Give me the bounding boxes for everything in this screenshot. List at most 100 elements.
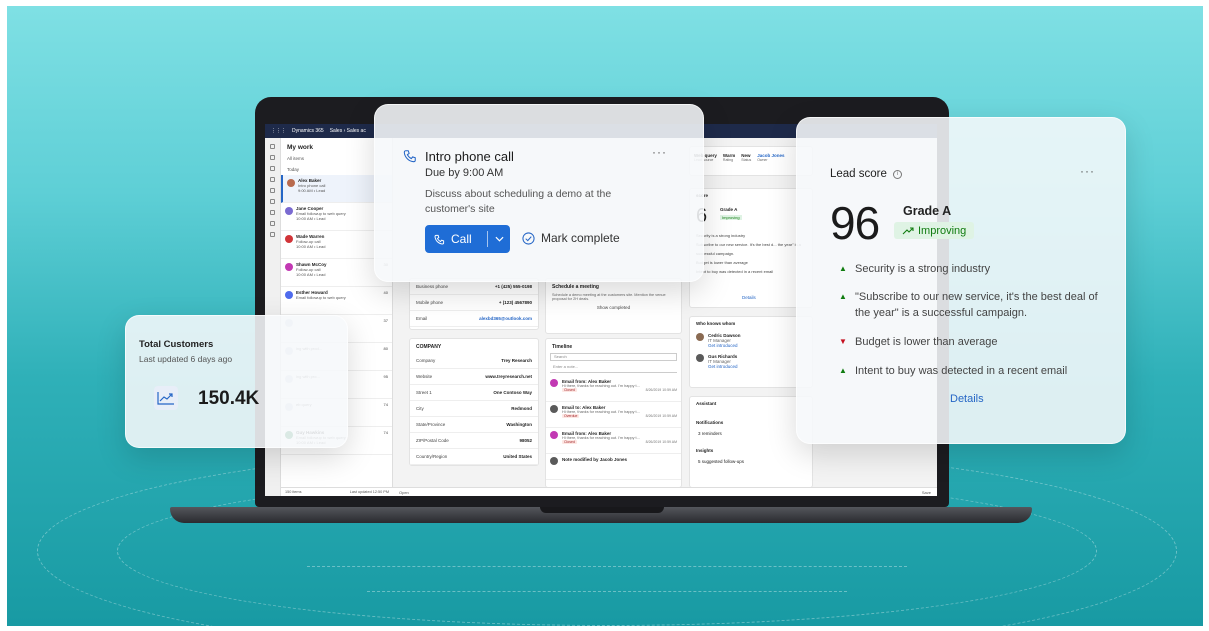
floor-line <box>367 591 847 592</box>
item-count: 74 <box>383 430 388 435</box>
field-row[interactable]: Email alexbd365@outlook.com <box>410 311 538 327</box>
chevron-down-icon[interactable] <box>488 236 510 242</box>
list-item[interactable]: Esther Howard Email followup to web query… <box>281 287 392 315</box>
open-button[interactable]: Open <box>399 490 409 495</box>
field-row[interactable]: Company Trey Research <box>410 353 538 369</box>
item-count: 37 <box>383 318 388 323</box>
check-circle-icon <box>522 231 535 245</box>
field-row[interactable]: Mobile phone + (123) 4567890 <box>410 295 538 311</box>
bottom-bar: Open Save <box>393 487 937 496</box>
accounts-icon[interactable] <box>270 199 275 204</box>
assistant-title: Assistant <box>696 401 717 406</box>
list-item-text: Shawn McCoy Follow-up call 10:00 AM • Lead <box>296 262 327 277</box>
contacts-icon[interactable] <box>270 188 275 193</box>
mini-lead-grade: Grade A <box>720 207 738 212</box>
field-row[interactable]: Website www.treyresearch.net <box>410 369 538 385</box>
list-item-text: Jane Cooper Email followup to web query 10… <box>296 206 346 221</box>
avatar <box>285 263 293 271</box>
item-count: 80 <box>383 346 388 351</box>
avatar <box>287 179 295 187</box>
avatar <box>550 379 558 387</box>
field-row[interactable]: State/Province Washington <box>410 417 538 433</box>
item-count: 74 <box>383 402 388 407</box>
waffle-icon[interactable]: ⋮⋮⋮ <box>271 128 286 134</box>
timeline-item[interactable]: Email to: Alex Baker Hi there, thanks for… <box>546 402 681 428</box>
insights-title: Insights <box>696 448 714 453</box>
person-row[interactable]: Cedric Dawson IT Manager Get introduced <box>690 330 812 351</box>
total-customers-card: Total Customers Last updated 6 days ago … <box>125 315 348 448</box>
mini-lead-line: Security is a strong industry <box>696 233 746 238</box>
avatar <box>696 354 704 362</box>
mini-lead-details-link[interactable]: Details <box>742 295 756 300</box>
opportunities-icon[interactable] <box>270 221 275 226</box>
arrow-down-icon: ▼ <box>839 337 847 346</box>
timeline-search[interactable]: Search <box>550 353 677 361</box>
customers-subtitle: Last updated 6 days ago <box>139 354 233 364</box>
call-title: Intro phone call <box>425 149 514 164</box>
recent-icon[interactable] <box>270 155 275 160</box>
arrow-up-icon: ▲ <box>839 366 847 375</box>
trend-up-icon <box>902 226 914 234</box>
timeline-item[interactable]: Email from: Alex Baker Hi there, thanks f… <box>546 376 681 402</box>
mark-complete-button[interactable]: Mark complete <box>522 231 620 245</box>
mini-lead-trend: Improving <box>720 215 742 220</box>
app-name[interactable]: Dynamics 365 <box>292 128 324 134</box>
header-field: Jacob Jones Owner <box>757 153 785 162</box>
list-item-text: Wade Warren Follow-up call 10:00 AM • Lead <box>296 234 326 249</box>
company-card: COMPANY Company Trey Research Website www.t… <box>409 338 539 466</box>
lead-grade: Grade A <box>903 204 952 218</box>
list-item-text: Alex Baker Intro phone call 9:00 AM • Lead <box>298 178 326 193</box>
customers-title: Total Customers <box>139 339 214 350</box>
work-icon[interactable] <box>270 177 275 182</box>
insight-item: "Subscribe to our new service, it's the … <box>855 291 1098 319</box>
note-input[interactable]: Enter a note... <box>550 364 677 373</box>
insight-item: Security is a strong industry <box>855 263 991 275</box>
home-icon[interactable] <box>270 144 275 149</box>
call-due: Due by 9:00 AM <box>425 167 504 179</box>
status-badge: Closed <box>562 388 577 392</box>
arrow-up-icon: ▲ <box>839 292 847 301</box>
call-button[interactable]: Call <box>425 225 510 253</box>
contact-card: Business phone +1 (425) 555-0198 Mobile p… <box>409 278 539 330</box>
header-field: New Status <box>741 153 752 162</box>
leads-icon[interactable] <box>270 210 275 215</box>
reports-icon[interactable] <box>270 232 275 237</box>
insight-item: Intent to buy was detected in a recent e… <box>855 365 1068 377</box>
field-row[interactable]: Country/Region United States <box>410 449 538 465</box>
customers-value: 150.4K <box>198 388 260 409</box>
header-fields: Web queryLead source WarmRating NewStatu… <box>689 146 813 176</box>
pinned-icon[interactable] <box>270 166 275 171</box>
insight-item: Budget is lower than average <box>855 336 998 348</box>
save-button[interactable]: Save <box>922 490 931 495</box>
phone-icon <box>403 150 416 163</box>
info-icon[interactable]: i <box>892 169 902 179</box>
phone-call-card: Intro phone call Due by 9:00 AM ··· Disc… <box>374 104 704 282</box>
show-completed[interactable]: Show completed <box>546 305 681 310</box>
mini-lead-line: Budget is lower than average <box>696 260 748 265</box>
person-row[interactable]: Gus Richards IT Manager Get introduced <box>690 351 812 372</box>
followups-item[interactable]: 5 suggested follow-ups <box>690 457 812 466</box>
timeline-item[interactable]: Email from: Alex Baker Hi there, thanks f… <box>546 428 681 454</box>
more-options-icon[interactable]: ··· <box>1080 164 1095 178</box>
mark-complete-label: Mark complete <box>541 231 620 245</box>
field-row[interactable]: ZIP/Postal Code 98052 <box>410 433 538 449</box>
timeline-item[interactable]: Note modified by Jacob Jones <box>546 454 681 480</box>
details-link[interactable]: Details <box>950 393 984 405</box>
list-item-text: Esther Howard Email followup to web query <box>296 290 346 300</box>
mini-lead-line: Intent to buy was detected in a recent e… <box>696 269 774 274</box>
avatar <box>285 291 293 299</box>
timeline-card: Timeline Search Enter a note... Email fr… <box>545 338 682 488</box>
trend-up-icon <box>154 386 178 410</box>
mini-lead-title: score <box>690 189 812 202</box>
laptop-notch <box>540 507 664 513</box>
field-row[interactable]: City Redmond <box>410 401 538 417</box>
item-count: 150 items <box>285 490 302 494</box>
timeline-title: Timeline <box>552 344 573 350</box>
field-row[interactable]: Street 1 One Contoso Way <box>410 385 538 401</box>
who-knows-whom: Who knows whom Cedric Dawson IT Manager Ge… <box>689 316 813 388</box>
notifications-title: Notifications <box>696 420 724 425</box>
phone-icon <box>434 234 445 244</box>
reminders-item[interactable]: 3 reminders <box>690 429 812 438</box>
more-options-icon[interactable]: ··· <box>652 145 667 159</box>
item-count: 95 <box>383 374 388 379</box>
